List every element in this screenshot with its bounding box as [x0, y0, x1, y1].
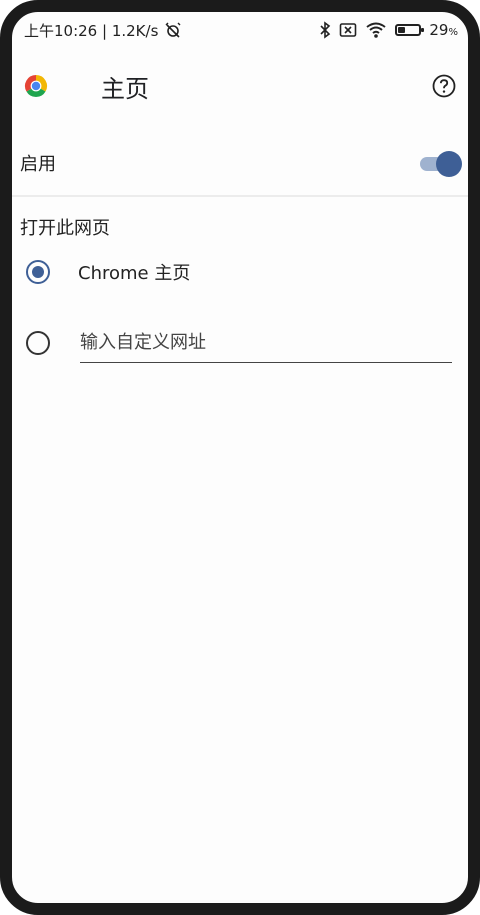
- battery-percent: 29%: [429, 21, 458, 39]
- status-time-speed: 上午10:26 | 1.2K/s: [24, 21, 159, 40]
- wifi-icon: [365, 21, 387, 39]
- enable-row[interactable]: 启用: [12, 134, 468, 192]
- help-circle-icon[interactable]: [432, 74, 456, 98]
- option-custom-url[interactable]: [12, 315, 468, 371]
- enable-label: 启用: [20, 154, 56, 175]
- page-title: 主页: [101, 74, 149, 103]
- battery-icon: [395, 24, 425, 36]
- status-bar: 上午10:26 | 1.2K/s 29%: [12, 12, 468, 48]
- status-right: 29%: [319, 21, 458, 39]
- battery-percent-symbol: %: [448, 27, 458, 38]
- chrome-logo-icon: [24, 74, 48, 98]
- enable-toggle[interactable]: [420, 151, 462, 177]
- option-chrome-home[interactable]: Chrome 主页: [12, 244, 468, 300]
- battery-indicator: 29%: [395, 21, 458, 39]
- custom-url-input[interactable]: [80, 323, 452, 363]
- status-left: 上午10:26 | 1.2K/s: [24, 20, 182, 41]
- divider: [12, 195, 468, 197]
- phone-frame: 上午10:26 | 1.2K/s 29% 主页 启用 打开此网页 Chrome …: [0, 0, 480, 915]
- app-bar: 主页: [12, 58, 468, 114]
- radio-custom-url[interactable]: [26, 331, 50, 355]
- muted-alarm-icon: [164, 21, 182, 39]
- section-title: 打开此网页: [20, 218, 110, 239]
- toggle-thumb: [436, 151, 462, 177]
- option-chrome-home-label: Chrome 主页: [78, 263, 191, 284]
- no-sim-icon: [339, 22, 357, 38]
- bluetooth-icon: [319, 21, 331, 39]
- battery-percent-value: 29: [429, 21, 449, 39]
- battery-fill: [398, 27, 405, 33]
- radio-chrome-home[interactable]: [26, 260, 50, 284]
